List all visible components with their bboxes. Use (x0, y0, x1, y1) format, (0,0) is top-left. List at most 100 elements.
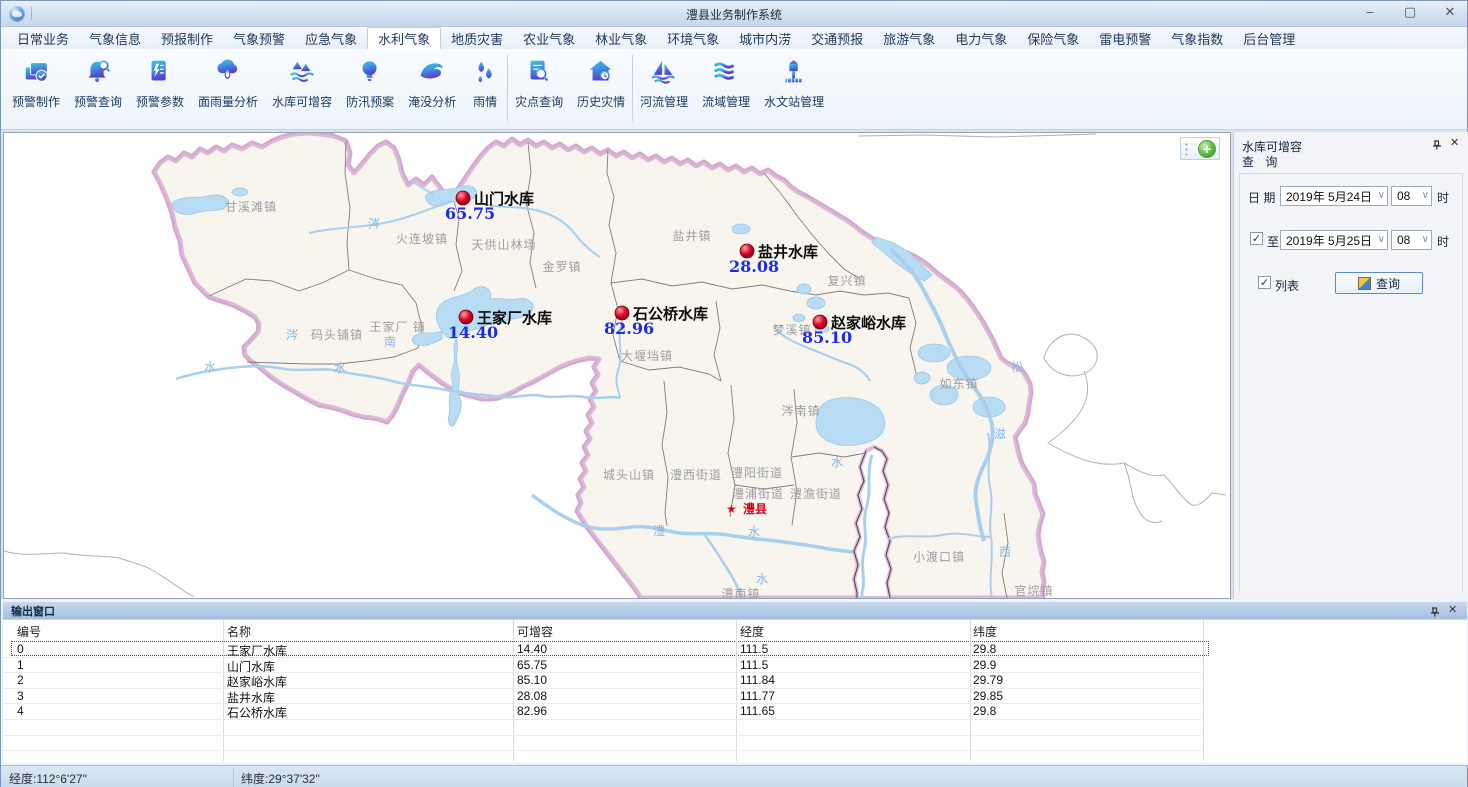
table-row-2[interactable]: 2赵家峪水库85.10111.8429.79 (11, 672, 1209, 687)
column-header-3[interactable]: 经度 (740, 623, 764, 640)
town-label: 金罗镇 (543, 259, 582, 274)
toolbar-button-alert-query[interactable]: 预警查询 (67, 49, 129, 110)
toolbar-button-basin-mgmt[interactable]: 流域管理 (695, 49, 757, 110)
table-row-4[interactable]: 4石公桥水库82.96111.6529.8 (11, 703, 1209, 718)
menu-tab-5[interactable]: 水利气象 (367, 27, 441, 49)
hour-to-select[interactable]: 08∨ (1391, 230, 1432, 250)
table-cell: 29.79 (973, 673, 1003, 687)
date-to-select[interactable]: 2019年 5月25日∨ (1280, 230, 1388, 250)
column-header-1[interactable]: 名称 (227, 623, 251, 640)
basin-mgmt-icon (711, 57, 741, 87)
table-cell: 85.10 (517, 673, 547, 687)
menu-tab-13[interactable]: 电力气象 (945, 27, 1017, 49)
menu-tab-11[interactable]: 交通预报 (801, 27, 873, 49)
table-cell: 29.9 (973, 658, 996, 672)
list-checkbox[interactable]: ✓ (1258, 276, 1271, 289)
toolbar-button-rain-analysis[interactable]: 面雨量分析 (191, 49, 265, 110)
app-window: 澧县业务制作系统 – ▢ ✕ 日常业务气象信息预报制作气象预警应急气象水利气象地… (0, 0, 1468, 787)
menu-tab-17[interactable]: 后台管理 (1233, 27, 1305, 49)
panel-close-icon[interactable]: ✕ (1450, 138, 1461, 149)
table-row-3[interactable]: 3盐井水库28.08111.7729.85 (11, 688, 1209, 703)
minimize-button[interactable]: – (1361, 4, 1379, 20)
river-label: 滋 (994, 427, 1006, 441)
menu-tab-3[interactable]: 气象预警 (223, 27, 295, 49)
query-button[interactable]: 查询 (1335, 272, 1423, 294)
table-cell: 29.8 (973, 642, 996, 656)
column-divider (513, 620, 514, 761)
hour-from-select[interactable]: 08∨ (1391, 186, 1432, 206)
column-divider (223, 620, 224, 761)
maximize-button[interactable]: ▢ (1401, 4, 1419, 20)
close-button[interactable]: ✕ (1441, 4, 1459, 20)
output-table: 编号名称可增容经度纬度 0王家厂水库14.40111.529.81山门水库65.… (3, 619, 1467, 763)
column-divider (970, 620, 971, 761)
menu-tab-4[interactable]: 应急气象 (295, 27, 367, 49)
table-cell: 3 (17, 689, 24, 703)
river-label: 涔 (286, 328, 298, 342)
toolbar-button-alert-make[interactable]: 预警制作 (5, 49, 67, 110)
column-header-2[interactable]: 可增容 (517, 623, 553, 640)
river-label: 水 (831, 455, 843, 469)
toolbar-button-hydro-station[interactable]: 水文站管理 (757, 49, 831, 110)
menu-tab-2[interactable]: 预报制作 (151, 27, 223, 49)
zoom-plus-icon[interactable]: + (1198, 140, 1216, 158)
reservoir-dot-icon[interactable] (813, 315, 827, 329)
menu-tab-8[interactable]: 林业气象 (585, 27, 657, 49)
menu-tab-7[interactable]: 农业气象 (513, 27, 585, 49)
town-label: 澧南镇 (722, 586, 761, 598)
table-cell: 111.5 (740, 658, 768, 672)
reservoir-dot-icon[interactable] (456, 191, 470, 205)
rain-analysis-icon (213, 57, 243, 87)
toolbar-button-disaster-query[interactable]: 灾点查询 (508, 49, 570, 110)
toolbar-button-submerge[interactable]: 淹没分析 (401, 49, 463, 110)
table-cell: 4 (17, 704, 24, 718)
rain-info-icon (470, 57, 500, 87)
reservoir-dot-icon[interactable] (615, 306, 629, 320)
menu-tab-15[interactable]: 雷电预警 (1089, 27, 1161, 49)
menu-tab-1[interactable]: 气象信息 (79, 27, 151, 49)
reservoir-dot-icon[interactable] (740, 244, 754, 258)
menu-tab-14[interactable]: 保险气象 (1017, 27, 1089, 49)
alert-make-icon (21, 57, 51, 87)
menu-tab-9[interactable]: 环境气象 (657, 27, 729, 49)
river-label: 涔 (368, 217, 380, 231)
output-close-icon[interactable]: ✕ (1448, 605, 1459, 616)
alert-query-icon (83, 57, 113, 87)
toolbar: 预警制作预警查询预警参数面雨量分析水库可增容防汛预案淹没分析雨情灾点查询历史灾情… (1, 49, 1467, 130)
menu-tab-12[interactable]: 旅游气象 (873, 27, 945, 49)
to-checkbox[interactable]: ✓ (1250, 232, 1263, 245)
toolbar-button-rain-info[interactable]: 雨情 (463, 49, 507, 110)
river-mgmt-icon (649, 57, 679, 87)
column-header-4[interactable]: 纬度 (973, 623, 997, 640)
reservoir-dot-icon[interactable] (459, 310, 473, 324)
menu-tab-6[interactable]: 地质灾害 (441, 27, 513, 49)
column-header-0[interactable]: 编号 (17, 623, 41, 640)
toolbar-label: 河流管理 (640, 93, 688, 110)
status-latitude: 纬度:29°37'32" (241, 770, 320, 787)
flood-plan-icon (355, 57, 385, 87)
table-row-1[interactable]: 1山门水库65.75111.529.9 (11, 657, 1209, 672)
menu-tab-10[interactable]: 城市内涝 (729, 27, 801, 49)
menu-tab-16[interactable]: 气象指数 (1161, 27, 1233, 49)
date-from-select[interactable]: 2019年 5月24日∨ (1280, 186, 1388, 206)
town-label: 盐井镇 (673, 229, 712, 243)
toolbar-label: 预警制作 (12, 93, 60, 110)
row-divider (3, 703, 1201, 704)
table-cell: 29.85 (973, 689, 1003, 703)
town-label: 码头铺镇 (311, 328, 363, 342)
row-divider (3, 688, 1201, 689)
map-zoom-button[interactable]: + (1180, 137, 1220, 160)
toolbar-button-flood-plan[interactable]: 防汛预案 (339, 49, 401, 110)
toolbar-button-alert-params[interactable]: 预警参数 (129, 49, 191, 110)
map-area[interactable]: 甘溪滩镇火连坡镇天供山林场金罗镇盐井镇复兴镇码头铺镇王家厂 镇梦溪镇如东镇大堰垱… (3, 132, 1231, 599)
to-label: 至 (1267, 233, 1279, 250)
table-row-0[interactable]: 0王家厂水库14.40111.529.8 (11, 641, 1209, 656)
menu-tab-0[interactable]: 日常业务 (7, 27, 79, 49)
toolbar-button-reservoir-capacity[interactable]: 水库可增容 (265, 49, 339, 110)
toolbar-button-disaster-history[interactable]: 历史灾情 (570, 49, 632, 110)
alert-params-icon (145, 57, 175, 87)
pin-icon[interactable] (1431, 138, 1442, 156)
toolbar-button-river-mgmt[interactable]: 河流管理 (633, 49, 695, 110)
table-cell: 29.8 (973, 704, 996, 718)
river-label: 水 (334, 361, 346, 375)
